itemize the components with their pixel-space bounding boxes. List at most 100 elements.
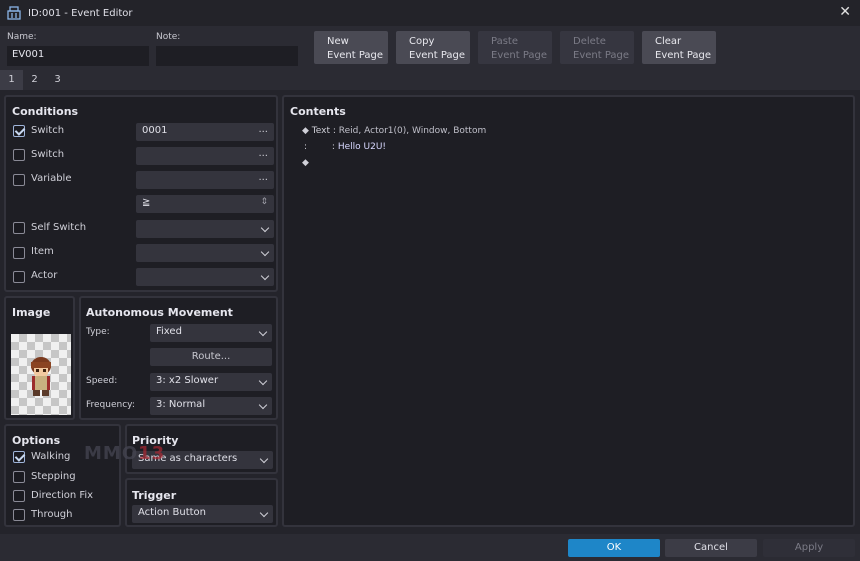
stepping-checkbox[interactable] [13,471,25,483]
trigger-title: Trigger [132,489,177,502]
options-panel: Options Walking Stepping Direction Fix T… [4,424,121,527]
chevron-down-icon [260,271,270,281]
route-button[interactable]: Route... [150,348,272,366]
spinner-icon[interactable]: ⇕ [260,197,268,207]
chevron-down-icon [259,454,269,464]
clear-event-page-button[interactable]: Clear Event Page [642,31,716,64]
character-sprite [31,357,51,396]
copy-event-page-button[interactable]: Copy Event Page [396,31,470,64]
button-line-1: Clear [655,36,682,47]
name-label: Name: [7,32,37,42]
watermark: MMO13 [84,443,166,464]
type-label: Type: [86,327,110,337]
ok-button[interactable]: OK [568,539,660,557]
note-label: Note: [156,32,181,42]
command-line[interactable]: ◆ Text : Reid, Actor1(0), Window, Bottom [302,126,486,136]
title-bar: ID:001 - Event Editor ✕ [0,0,860,26]
options-title: Options [12,434,61,447]
chevron-down-icon [258,400,268,410]
switch2-label: Switch [31,149,65,160]
contents-title: Contents [290,105,346,118]
trigger-dropdown[interactable]: Action Button [132,505,273,523]
trigger-panel: Trigger Action Button [125,478,278,527]
empty-command-line[interactable]: ◆ [302,158,309,168]
through-checkbox[interactable] [13,509,25,521]
direction-fix-label: Direction Fix [31,490,94,501]
more-icon: ... [258,172,268,183]
variable-label: Variable [31,173,72,184]
switch1-label: Switch [31,125,65,136]
frequency-label: Frequency: [86,400,135,410]
command-line[interactable]: : : Hello U2U! [304,142,386,152]
contents-panel: Contents ◆ Text : Reid, Actor1(0), Windo… [282,95,855,527]
switch1-checkbox[interactable] [13,125,25,137]
self-switch-label: Self Switch [31,222,87,233]
button-line-2: Event Page [327,50,384,61]
variable-selector[interactable]: ... [136,171,274,189]
switch1-selector[interactable]: 0001 ... [136,123,274,141]
diamond-icon: ◆ [302,158,309,168]
autonomous-movement-title: Autonomous Movement [86,306,233,319]
tab-page-3[interactable]: 3 [46,70,69,90]
button-line-2: Event Page [655,50,712,61]
command-separator: : [331,142,335,152]
speed-value: 3: x2 Slower [156,375,219,386]
name-input[interactable]: EV001 [7,46,149,66]
continuation-marker: : [304,142,308,152]
window-title: ID:001 - Event Editor [28,7,133,19]
variable-compare-value[interactable]: ≧ ⇕ [136,195,274,213]
chevron-down-icon [259,508,269,518]
event-image-preview[interactable] [11,334,71,415]
command-separator: : [332,126,336,136]
app-icon [7,6,21,20]
actor-checkbox[interactable] [13,271,25,283]
chevron-down-icon [258,327,268,337]
walking-checkbox[interactable] [13,451,25,463]
self-switch-checkbox[interactable] [13,222,25,234]
command-name: Text [311,126,330,136]
button-line-1: Copy [409,36,435,47]
more-icon: ... [258,148,268,159]
stepping-label: Stepping [31,471,76,482]
actor-label: Actor [31,270,58,281]
image-title: Image [12,306,51,319]
speed-label: Speed: [86,376,118,386]
close-icon[interactable]: ✕ [839,4,851,20]
apply-button[interactable]: Apply [763,539,855,557]
note-input[interactable] [156,46,298,66]
new-event-page-button[interactable]: New Event Page [314,31,388,64]
button-line-1: Paste [491,36,518,47]
switch2-checkbox[interactable] [13,149,25,161]
chevron-down-icon [260,223,270,233]
message-text: Hello U2U! [337,142,387,152]
autonomous-movement-panel: Autonomous Movement Type: Fixed Route...… [79,296,278,420]
trigger-value: Action Button [138,507,206,518]
tab-page-2[interactable]: 2 [23,70,46,90]
movement-type-dropdown[interactable]: Fixed [150,324,272,342]
speed-dropdown[interactable]: 3: x2 Slower [150,373,272,391]
self-switch-dropdown[interactable] [136,220,274,238]
frequency-value: 3: Normal [156,399,206,410]
diamond-icon: ◆ [302,126,309,136]
item-checkbox[interactable] [13,247,25,259]
cancel-button[interactable]: Cancel [665,539,757,557]
delete-event-page-button[interactable]: Delete Event Page [560,31,634,64]
walking-label: Walking [31,451,71,462]
switch1-value: 0001 [142,125,168,136]
frequency-dropdown[interactable]: 3: Normal [150,397,272,415]
paste-event-page-button[interactable]: Paste Event Page [478,31,552,64]
button-line-2: Event Page [409,50,466,61]
chevron-down-icon [260,247,270,257]
variable-checkbox[interactable] [13,174,25,186]
item-dropdown[interactable] [136,244,274,262]
button-line-1: Delete [573,36,606,47]
tab-page-1[interactable]: 1 [0,70,23,90]
switch2-selector[interactable]: ... [136,147,274,165]
actor-dropdown[interactable] [136,268,274,286]
button-line-2: Event Page [491,50,548,61]
direction-fix-checkbox[interactable] [13,490,25,502]
through-label: Through [31,509,73,520]
item-label: Item [31,246,54,257]
greater-equal-icon: ≧ [142,197,151,208]
button-line-1: New [327,36,349,47]
